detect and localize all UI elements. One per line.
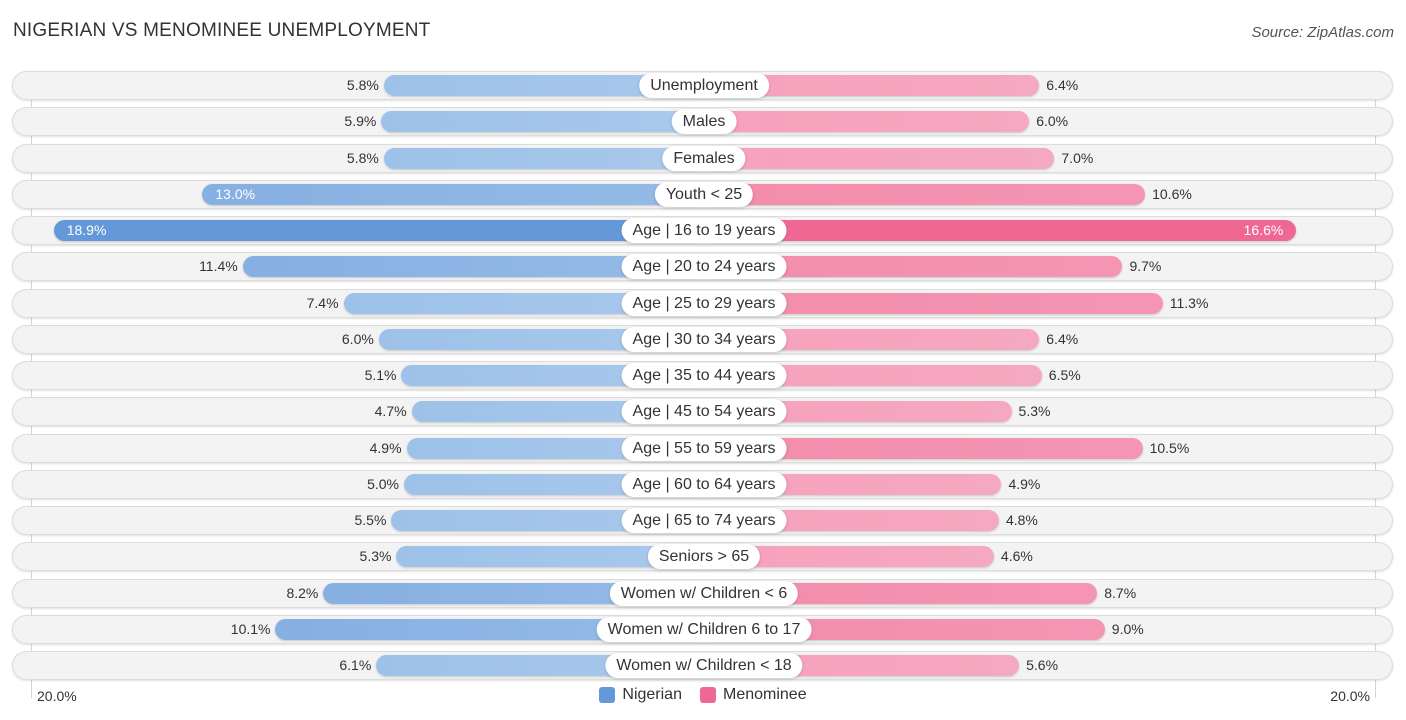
value-label-nigerian: 6.1% xyxy=(339,657,372,673)
value-label-menominee: 6.4% xyxy=(1046,77,1079,93)
value-label-menominee: 6.5% xyxy=(1048,367,1081,383)
category-label: Women w/ Children < 6 xyxy=(609,581,799,606)
value-label-nigerian: 5.3% xyxy=(359,548,392,564)
value-label-menominee: 4.8% xyxy=(1005,512,1038,528)
category-label: Age | 60 to 64 years xyxy=(621,472,787,497)
category-label: Age | 30 to 34 years xyxy=(621,327,787,352)
category-label: Males xyxy=(671,109,737,134)
category-label: Females xyxy=(662,146,746,171)
value-label-menominee: 8.7% xyxy=(1104,585,1137,601)
category-label: Age | 25 to 29 years xyxy=(621,291,787,316)
value-label-nigerian: 7.4% xyxy=(306,295,339,311)
category-label: Age | 16 to 19 years xyxy=(621,218,787,243)
value-label-nigerian: 5.5% xyxy=(354,512,387,528)
bar-nigerian[interactable] xyxy=(381,111,704,132)
category-label: Age | 65 to 74 years xyxy=(621,508,787,533)
value-label-nigerian: 8.2% xyxy=(286,585,319,601)
category-label: Unemployment xyxy=(639,73,769,98)
value-label-menominee: 10.5% xyxy=(1149,440,1190,456)
value-label-menominee: 11.3% xyxy=(1169,295,1209,311)
bar-nigerian[interactable] xyxy=(383,148,704,169)
value-label-menominee: 7.0% xyxy=(1061,150,1094,166)
value-label-menominee: 9.7% xyxy=(1129,258,1162,274)
bar-menominee[interactable] xyxy=(704,148,1055,169)
category-label: Women w/ Children < 18 xyxy=(605,653,803,678)
bar-nigerian[interactable] xyxy=(202,184,704,205)
value-label-menominee: 4.9% xyxy=(1008,476,1041,492)
bar-menominee[interactable] xyxy=(704,220,1297,241)
value-label-nigerian: 4.7% xyxy=(374,403,407,419)
diverging-bar-chart: 5.8% 6.4% Unemployment 5.9% 6.0% Males 5.8% 7.0… xyxy=(0,0,1406,720)
value-label-menominee: 5.6% xyxy=(1026,657,1059,673)
category-label: Age | 45 to 54 years xyxy=(621,399,787,424)
value-label-menominee: 16.6% xyxy=(1243,222,1284,238)
legend-item-menominee[interactable]: Menominee xyxy=(699,686,807,704)
category-label: Age | 55 to 59 years xyxy=(621,436,787,461)
value-label-nigerian: 4.9% xyxy=(369,440,402,456)
category-label: Age | 35 to 44 years xyxy=(621,363,787,388)
value-label-menominee: 10.6% xyxy=(1152,186,1192,202)
value-label-nigerian: 5.1% xyxy=(364,367,397,383)
category-label: Seniors > 65 xyxy=(647,544,761,569)
category-label: Women w/ Children 6 to 17 xyxy=(596,617,812,642)
category-label: Age | 20 to 24 years xyxy=(621,254,787,279)
value-label-nigerian: 6.0% xyxy=(341,331,374,347)
value-label-nigerian: 18.9% xyxy=(66,222,107,238)
legend-item-nigerian[interactable]: Nigerian xyxy=(599,686,682,704)
legend-swatch-nigerian xyxy=(599,687,616,703)
value-label-nigerian: 5.8% xyxy=(346,150,379,166)
value-label-menominee: 4.6% xyxy=(1000,548,1033,564)
legend: Nigerian Menominee xyxy=(0,686,1406,704)
value-label-menominee: 6.4% xyxy=(1046,331,1079,347)
legend-label-menominee: Menominee xyxy=(722,686,807,703)
bar-nigerian[interactable] xyxy=(53,220,704,241)
value-label-nigerian: 5.9% xyxy=(344,113,377,129)
bar-menominee[interactable] xyxy=(704,184,1146,205)
value-label-nigerian: 11.4% xyxy=(199,258,238,274)
value-label-nigerian: 5.8% xyxy=(346,77,379,93)
category-label: Youth < 25 xyxy=(654,182,754,207)
value-label-nigerian: 5.0% xyxy=(367,476,399,492)
bar-menominee[interactable] xyxy=(704,111,1030,132)
value-label-nigerian: 13.0% xyxy=(215,186,256,202)
value-label-menominee: 6.0% xyxy=(1036,113,1069,129)
value-label-menominee: 9.0% xyxy=(1111,621,1144,637)
value-label-menominee: 5.3% xyxy=(1018,403,1051,419)
legend-label-nigerian: Nigerian xyxy=(622,686,682,703)
legend-swatch-menominee xyxy=(699,687,716,703)
value-label-nigerian: 10.1% xyxy=(230,621,271,637)
